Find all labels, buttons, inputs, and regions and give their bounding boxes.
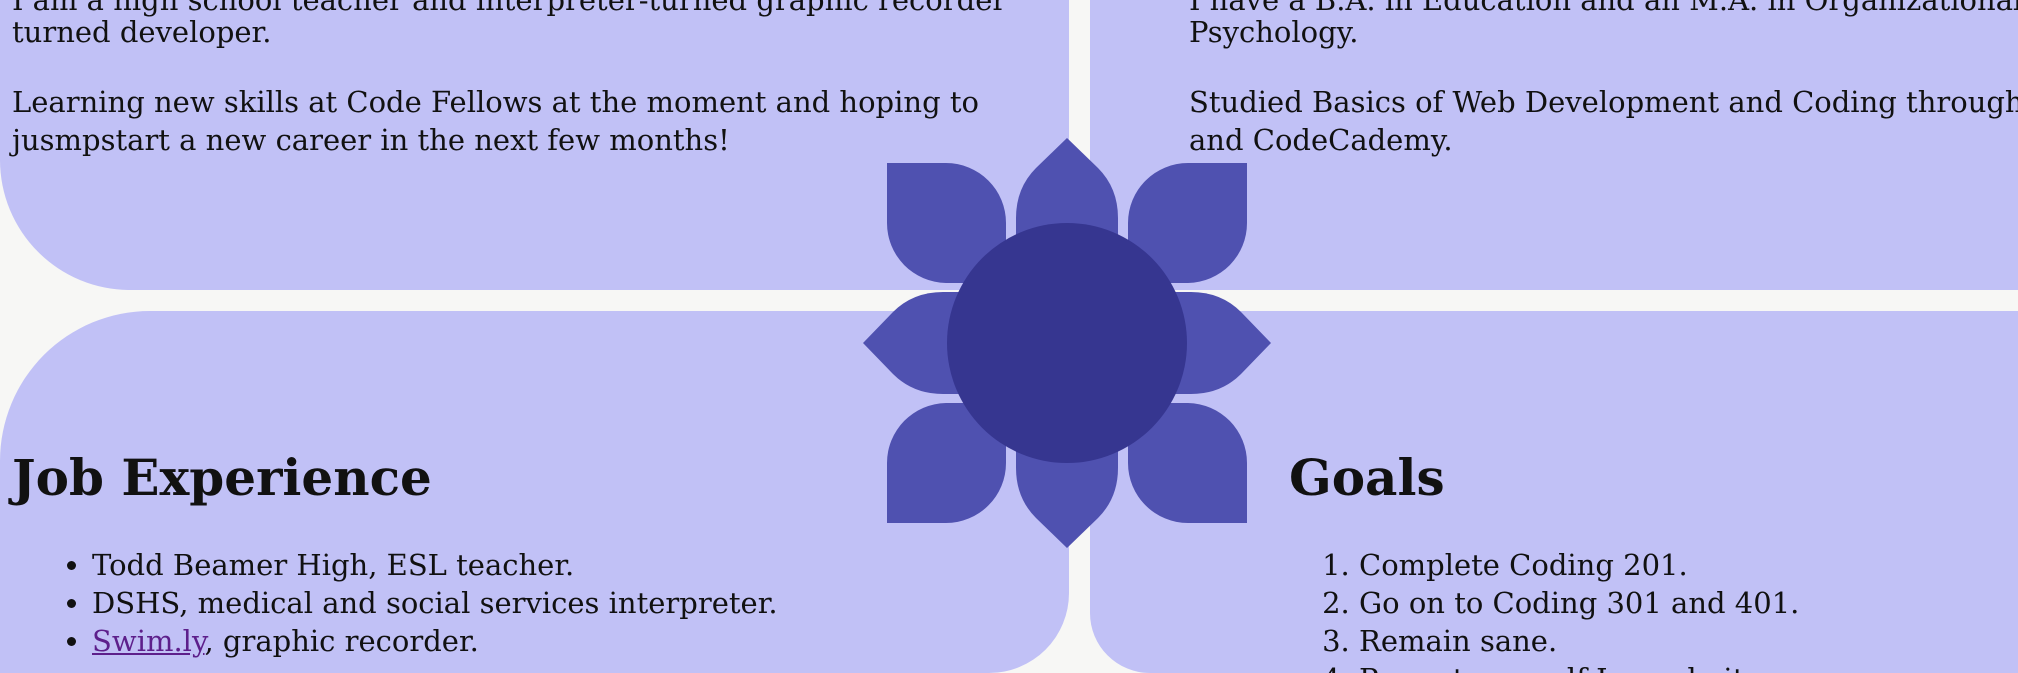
swimly-link[interactable]: Swim.ly	[92, 624, 205, 658]
goals-panel: Goals Complete Coding 201. Go on to Codi…	[1090, 311, 2018, 673]
list-item: DSHS, medical and social services interp…	[92, 584, 778, 622]
about-panel: I am a high school teacher and interpret…	[0, 0, 1069, 290]
about-text-line: turned developer.	[12, 15, 272, 49]
list-item: Swim.ly, graphic recorder.	[92, 622, 778, 660]
education-text-line: Studied Basics of Web Development and Co…	[1189, 85, 2018, 119]
job-experience-panel: Job Experience Todd Beamer High, ESL tea…	[0, 311, 1069, 673]
about-text-line: jusmpstart a new career in the next few …	[12, 123, 730, 157]
education-text-line: Psychology.	[1189, 15, 1359, 49]
list-item: Todd Beamer High, ESL teacher.	[92, 546, 778, 584]
list-item: Remain sane.	[1359, 622, 1799, 660]
list-item: Complete Coding 201.	[1359, 546, 1799, 584]
goals-heading: Goals	[1289, 448, 1445, 507]
goals-list: Complete Coding 201. Go on to Coding 301…	[1244, 546, 1799, 673]
job-experience-heading: Job Experience	[12, 448, 432, 507]
education-text-line: and CodeCademy.	[1189, 123, 1453, 157]
education-panel: I have a B.A. in Education and an M.A. i…	[1090, 0, 2018, 290]
list-item: Go on to Coding 301 and 401.	[1359, 584, 1799, 622]
job-list: Todd Beamer High, ESL teacher. DSHS, med…	[12, 546, 778, 660]
about-text-line: Learning new skills at Code Fellows at t…	[12, 85, 979, 119]
list-item: Prove to myself I can do it.	[1359, 660, 1799, 673]
